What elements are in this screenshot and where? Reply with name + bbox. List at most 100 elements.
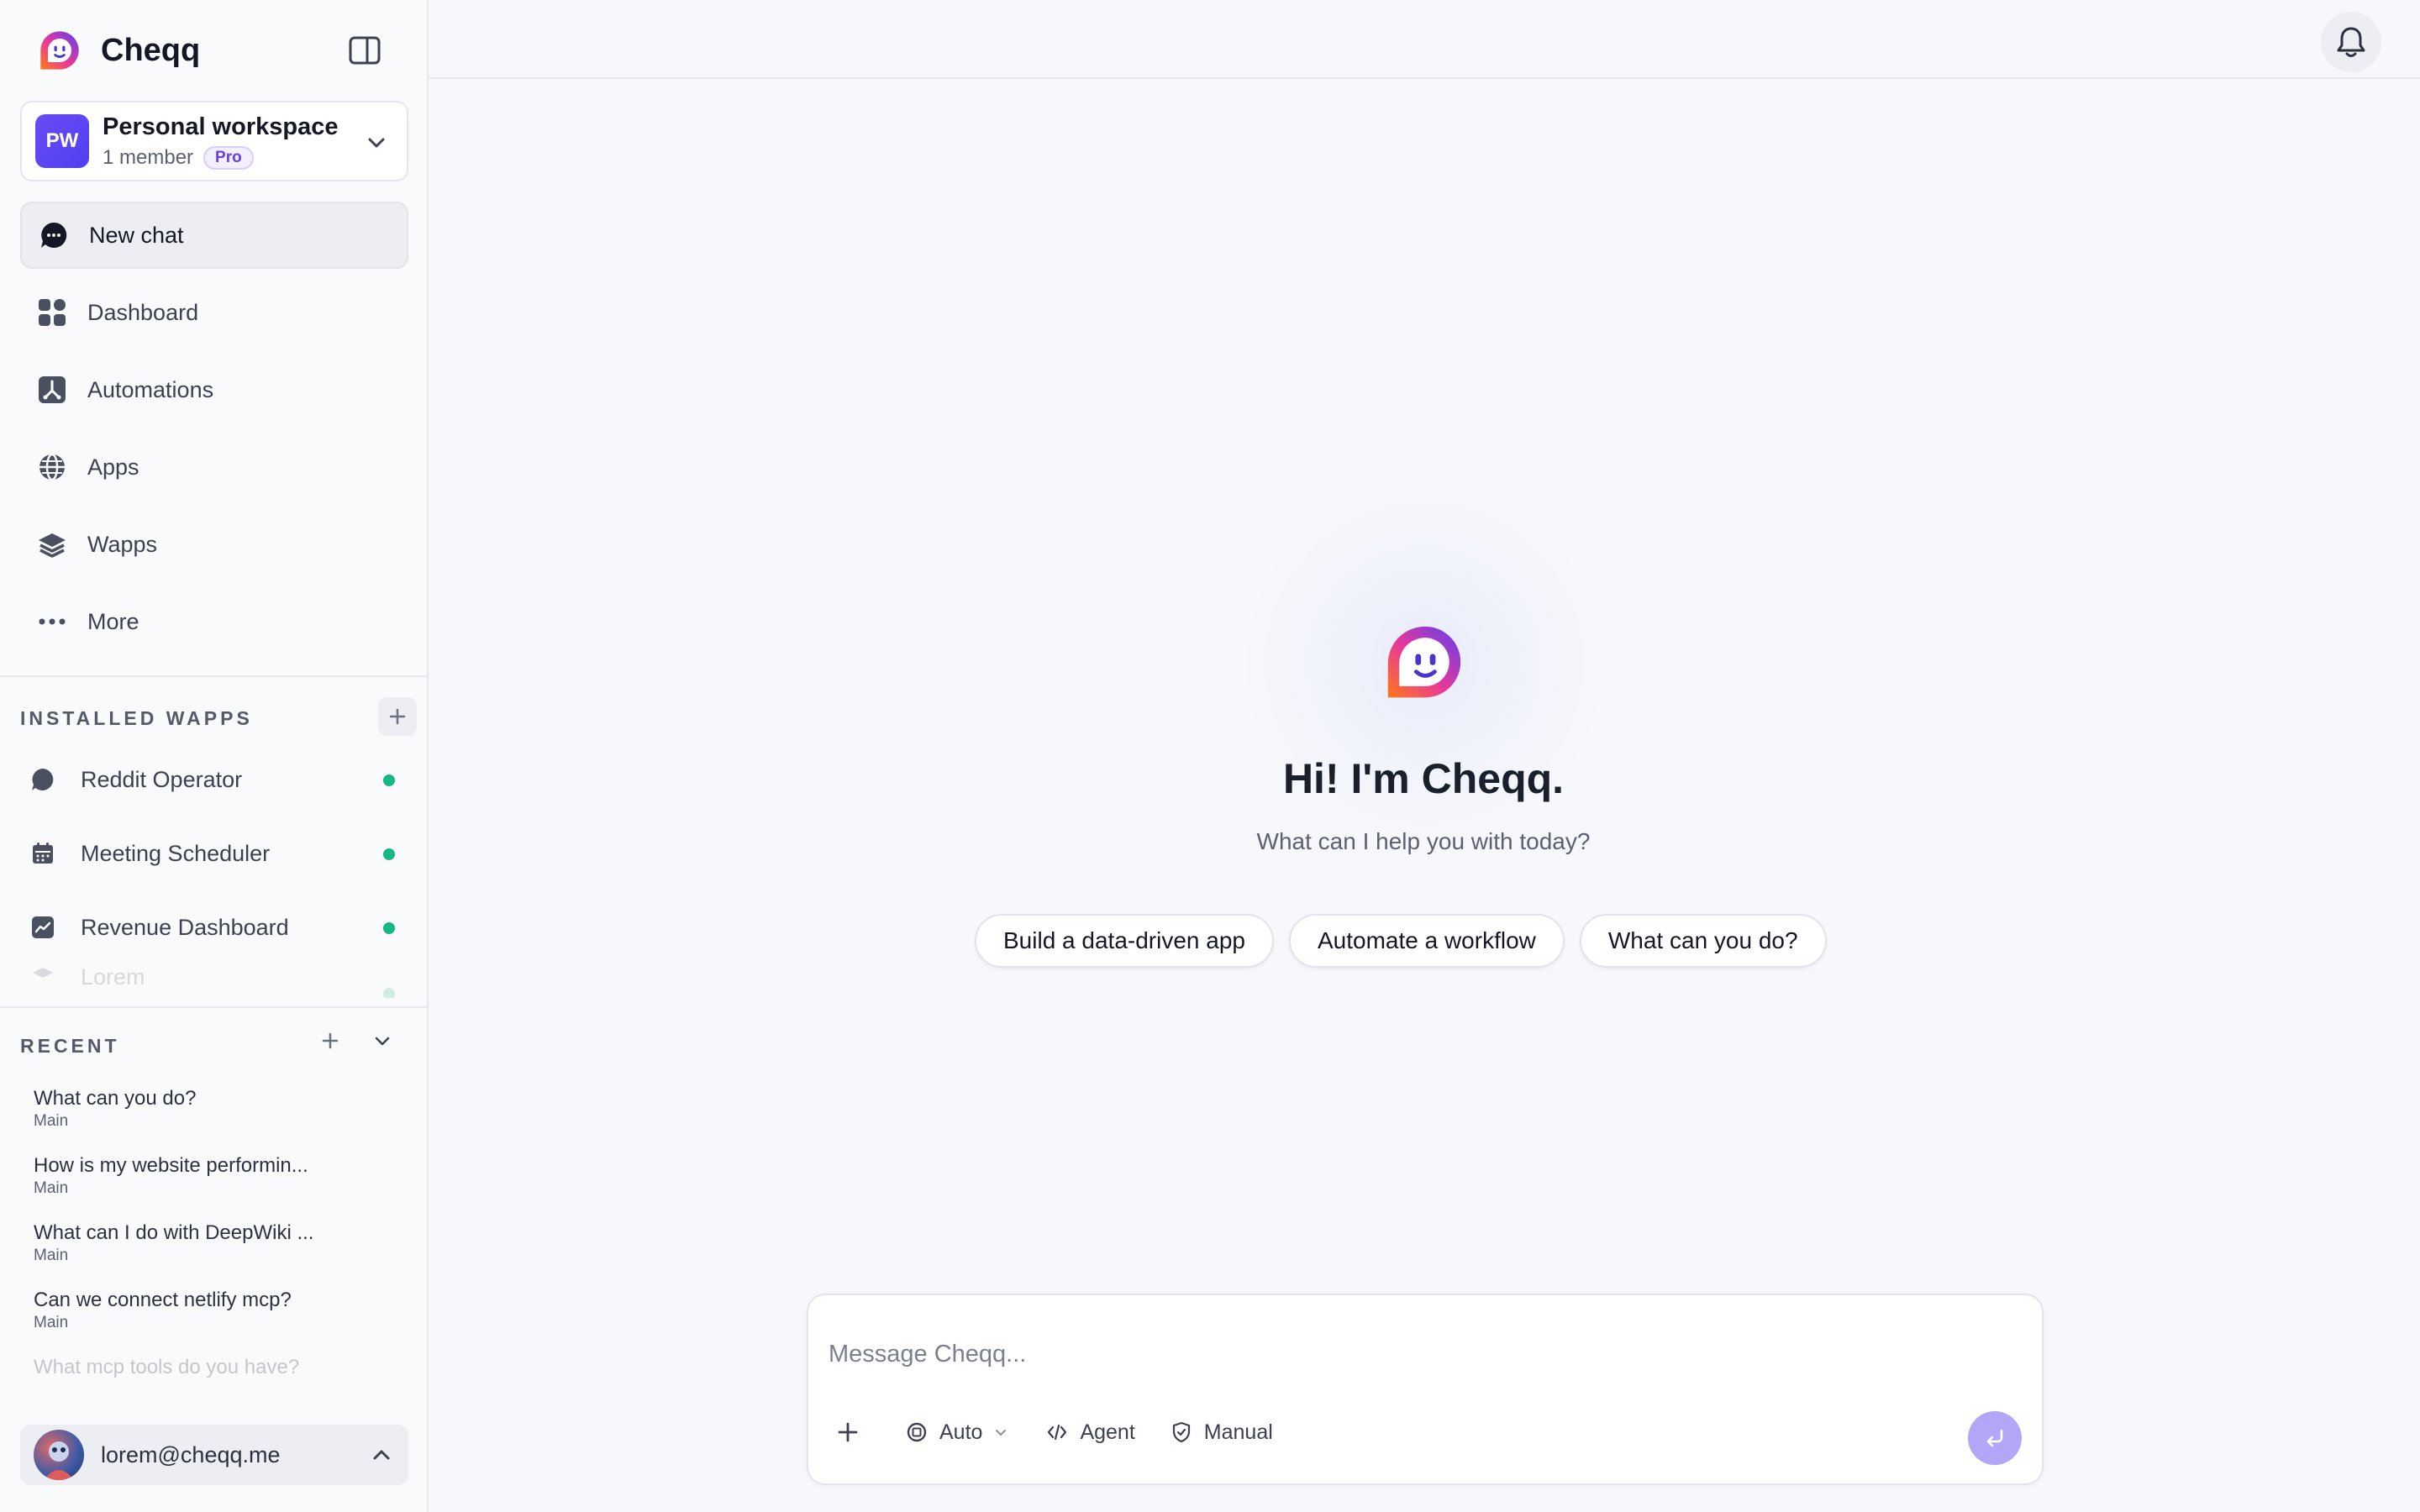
model-label: Auto	[939, 1420, 983, 1444]
globe-icon	[37, 452, 67, 482]
recent-item[interactable]: How is my website performin... Main	[34, 1154, 395, 1221]
avatar	[34, 1430, 84, 1480]
workspace-avatar: PW	[35, 114, 89, 168]
cheqq-logo-icon	[40, 31, 79, 70]
agent-label: Agent	[1080, 1420, 1135, 1444]
wapp-label: Reddit Operator	[81, 766, 243, 792]
user-menu[interactable]: lorem@cheqq.me	[20, 1425, 408, 1485]
chat-bubble-icon	[30, 767, 55, 792]
chat-bubble-icon	[39, 220, 69, 250]
user-email: lorem@cheqq.me	[101, 1441, 281, 1467]
recent-item[interactable]: What can you do? Main	[34, 1087, 395, 1154]
nav-label: Dashboard	[87, 299, 199, 325]
manual-label: Manual	[1203, 1420, 1273, 1444]
top-bar	[429, 0, 2420, 79]
recent-item[interactable]: Can we connect netlify mcp? Main	[34, 1289, 395, 1356]
agent-mode-button[interactable]: Agent	[1044, 1420, 1135, 1445]
app-name: Cheqq	[101, 32, 201, 68]
layers-icon	[30, 964, 55, 990]
chevron-down-icon	[375, 1037, 390, 1046]
sidebar-divider	[0, 1006, 427, 1008]
automation-icon	[37, 375, 67, 405]
wapp-label: Revenue Dashboard	[81, 914, 289, 940]
status-dot	[383, 922, 395, 934]
chevron-down-icon	[992, 1423, 1011, 1441]
sidebar: Cheqq PW Personal workspace 1 member Pro…	[0, 0, 429, 1512]
plus-icon	[322, 1032, 339, 1049]
plus-icon	[835, 1420, 860, 1445]
suggestion-chips: Build a data-driven app Automate a workf…	[975, 914, 1827, 968]
plus-icon	[389, 708, 406, 725]
nav-apps[interactable]: Apps	[20, 433, 408, 501]
chart-icon	[30, 915, 55, 940]
wapp-revenue-dashboard[interactable]: Revenue Dashboard	[20, 890, 408, 964]
recent-item-title: What mcp tools do you have?	[34, 1356, 300, 1378]
calendar-icon	[30, 841, 55, 866]
wapp-label: Meeting Scheduler	[81, 840, 271, 866]
wapp-reddit-operator[interactable]: Reddit Operator	[20, 743, 408, 816]
recent-item-title: What can I do with DeepWiki ...	[34, 1221, 314, 1244]
panel-toggle-icon	[349, 36, 381, 65]
nav-new-chat[interactable]: New chat	[20, 202, 408, 269]
collapse-recent-button[interactable]	[368, 1026, 397, 1055]
recent-item[interactable]: What mcp tools do you have?	[34, 1356, 395, 1389]
cheqq-mascot-icon	[1387, 626, 1461, 698]
attach-button[interactable]	[835, 1420, 871, 1445]
recent-item-title: Can we connect netlify mcp?	[34, 1289, 292, 1311]
brand[interactable]: Cheqq	[37, 25, 200, 76]
send-button[interactable]	[1968, 1411, 2022, 1465]
recent-item-project: Main	[34, 1247, 69, 1264]
sidebar-toggle-button[interactable]	[346, 32, 383, 69]
workspace-name: Personal workspace	[103, 113, 339, 140]
status-dot	[383, 988, 395, 998]
nav-label: New chat	[89, 222, 184, 248]
message-input[interactable]	[829, 1331, 2005, 1378]
status-dot	[383, 774, 395, 786]
add-recent-button[interactable]	[316, 1026, 345, 1055]
workspace-members: 1 member	[103, 145, 194, 169]
wapp-label: Lorem	[81, 964, 145, 990]
recent-list: What can you do? Main How is my website …	[34, 1087, 395, 1389]
suggestion-build-app[interactable]: Build a data-driven app	[975, 914, 1274, 968]
model-selector[interactable]: Auto	[904, 1420, 1011, 1445]
plan-badge: Pro	[203, 145, 254, 170]
chevron-up-icon	[373, 1450, 390, 1460]
nav-wapps[interactable]: Wapps	[20, 511, 408, 578]
chip-icon	[904, 1420, 929, 1445]
nav-label: Automations	[87, 376, 214, 402]
nav-label: Apps	[87, 454, 139, 480]
code-icon	[1044, 1420, 1070, 1445]
nav-automations[interactable]: Automations	[20, 356, 408, 423]
nav-more[interactable]: More	[20, 588, 408, 655]
recent-item-project: Main	[34, 1314, 69, 1331]
more-dots-icon	[37, 606, 67, 637]
workspace-switcher[interactable]: PW Personal workspace 1 member Pro	[20, 101, 408, 181]
wapp-lorem[interactable]: Lorem	[20, 964, 408, 998]
enter-icon	[1986, 1429, 2003, 1447]
add-wapp-button[interactable]	[378, 697, 417, 736]
message-composer: Auto Agent Manual	[807, 1294, 2044, 1485]
status-dot	[383, 848, 395, 860]
chevron-down-icon	[368, 138, 385, 148]
layers-icon	[37, 529, 67, 559]
greeting-title: Hi! I'm Cheqq.	[1282, 755, 1565, 802]
installed-wapps-list: Reddit Operator Meeting Scheduler Revenu…	[20, 743, 408, 998]
manual-mode-button[interactable]: Manual	[1169, 1420, 1273, 1445]
sidebar-divider	[0, 675, 427, 677]
wapp-meeting-scheduler[interactable]: Meeting Scheduler	[20, 816, 408, 890]
main-nav: New chat Dashboard Automations Apps Wapp…	[20, 202, 408, 665]
recent-title: RECENT	[20, 1035, 120, 1057]
nav-dashboard[interactable]: Dashboard	[20, 279, 408, 346]
notifications-button[interactable]	[2321, 12, 2381, 72]
nav-label: Wapps	[87, 531, 158, 557]
suggestion-what-can-you-do[interactable]: What can you do?	[1579, 914, 1827, 968]
nav-label: More	[87, 608, 139, 634]
suggestion-automate-workflow[interactable]: Automate a workflow	[1288, 914, 1565, 968]
recent-item[interactable]: What can I do with DeepWiki ... Main	[34, 1221, 395, 1289]
greeting-subtitle: What can I help you with today?	[1256, 828, 1591, 854]
recent-item-title: What can you do?	[34, 1087, 197, 1110]
installed-wapps-title: INSTALLED WAPPS	[20, 707, 253, 729]
recent-item-project: Main	[34, 1179, 69, 1197]
bell-icon	[2337, 27, 2365, 57]
grid-icon	[37, 297, 67, 328]
